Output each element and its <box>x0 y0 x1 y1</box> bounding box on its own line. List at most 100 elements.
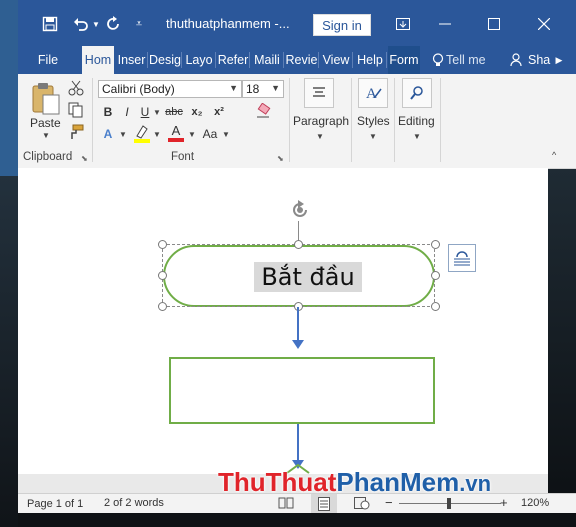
font-launcher-icon[interactable]: ⬊ <box>277 154 284 163</box>
tab-review[interactable]: Revie <box>285 46 318 74</box>
tab-file[interactable]: File <box>28 46 68 74</box>
resize-handle[interactable] <box>294 240 303 249</box>
chevron-down-icon[interactable]: ▼ <box>271 83 280 93</box>
maximize-button[interactable] <box>479 12 509 36</box>
watermark-part: .vn <box>459 471 492 496</box>
font-name-value: Calibri (Body) <box>102 82 175 96</box>
zoom-in-button[interactable]: + <box>500 495 508 510</box>
styles-dropdown-icon[interactable]: ▼ <box>369 132 377 141</box>
cut-icon[interactable] <box>68 80 86 98</box>
undo-dropdown-icon[interactable]: ▼ <box>91 12 101 36</box>
resize-handle[interactable] <box>431 271 440 280</box>
styles-icon[interactable]: A <box>358 78 388 108</box>
tab-separator <box>386 52 387 68</box>
tab-separator <box>215 52 216 68</box>
save-icon[interactable] <box>38 12 62 36</box>
collapse-ribbon-icon[interactable]: ^ <box>552 150 556 160</box>
text-effects-dropdown-icon[interactable]: ▼ <box>119 130 127 139</box>
svg-text:A: A <box>366 86 377 102</box>
tab-layout[interactable]: Layo <box>183 46 215 74</box>
paragraph-icon[interactable] <box>304 78 334 108</box>
highlight-dropdown-icon[interactable]: ▼ <box>153 130 161 139</box>
font-color-dropdown-icon[interactable]: ▼ <box>188 130 196 139</box>
ribbon-display-options-icon[interactable] <box>388 12 418 36</box>
tab-insert[interactable]: Inser <box>116 46 147 74</box>
flowchart-process-shape[interactable] <box>169 357 435 424</box>
font-size-combo[interactable]: 18 ▼ <box>242 80 284 98</box>
tab-help[interactable]: Help <box>354 46 386 74</box>
redo-icon[interactable] <box>103 12 125 36</box>
minimize-button[interactable] <box>430 12 460 36</box>
italic-button[interactable]: I <box>120 102 134 122</box>
paragraph-dropdown-icon[interactable]: ▼ <box>316 132 324 141</box>
clipboard-group-label: Clipboard <box>23 151 73 163</box>
resize-handle[interactable] <box>158 240 167 249</box>
rotate-handle-icon[interactable] <box>289 199 311 221</box>
paste-dropdown-icon[interactable]: ▼ <box>42 131 50 140</box>
tab-view[interactable]: View <box>320 46 352 74</box>
user-icon[interactable] <box>508 46 526 74</box>
page-count[interactable]: Page 1 of 1 <box>27 498 83 510</box>
clipboard-launcher-icon[interactable]: ⬊ <box>81 154 88 163</box>
connector-line[interactable] <box>297 424 299 461</box>
resize-handle[interactable] <box>158 302 167 311</box>
desktop-background-left-lower <box>0 176 18 527</box>
paragraph-button[interactable]: Paragraph <box>293 114 349 128</box>
copy-icon[interactable] <box>68 102 86 120</box>
tab-design[interactable]: Desig <box>149 46 181 74</box>
search-icon[interactable] <box>402 78 432 108</box>
resize-handle[interactable] <box>431 240 440 249</box>
chevron-down-icon[interactable]: ▼ <box>229 83 238 93</box>
ribbon-separator <box>394 78 395 162</box>
paste-icon[interactable] <box>30 82 62 116</box>
document-page[interactable] <box>18 168 548 474</box>
resize-handle[interactable] <box>158 271 167 280</box>
format-painter-icon[interactable] <box>68 124 86 142</box>
highlight-icon[interactable] <box>133 124 151 144</box>
connector-line[interactable] <box>297 307 299 341</box>
font-color-glyph: A <box>171 123 181 138</box>
scroll-tabs-right-icon[interactable]: ▶ <box>554 46 564 74</box>
text-effects-button[interactable]: A <box>100 124 116 144</box>
styles-button[interactable]: Styles <box>357 114 390 128</box>
share-button[interactable]: Sha <box>528 46 552 74</box>
undo-icon[interactable] <box>70 12 92 36</box>
tab-references[interactable]: Refer <box>217 46 249 74</box>
superscript-button[interactable]: x² <box>210 102 228 122</box>
tab-mailings[interactable]: Maili <box>251 46 283 74</box>
editing-dropdown-icon[interactable]: ▼ <box>413 132 421 141</box>
change-case-dropdown-icon[interactable]: ▼ <box>222 130 230 139</box>
editing-button[interactable]: Editing <box>398 114 435 128</box>
lightbulb-icon[interactable] <box>428 46 448 74</box>
font-name-combo[interactable]: Calibri (Body) ▼ <box>98 80 242 98</box>
paste-label[interactable]: Paste <box>30 116 61 130</box>
sign-in-button[interactable]: Sign in <box>313 14 371 36</box>
resize-handle[interactable] <box>431 302 440 311</box>
word-count[interactable]: 2 of 2 words <box>104 497 164 509</box>
subscript-button[interactable]: x₂ <box>188 102 206 122</box>
ribbon-separator <box>289 78 290 162</box>
bold-button[interactable]: B <box>100 102 116 122</box>
underline-dropdown-icon[interactable]: ▼ <box>153 108 161 117</box>
tab-separator <box>318 52 319 68</box>
customize-qat-icon[interactable]: ⩡ <box>132 12 146 36</box>
read-mode-icon[interactable] <box>278 496 294 510</box>
layout-options-icon[interactable] <box>448 244 476 272</box>
underline-button[interactable]: U <box>138 102 152 122</box>
ribbon-tabs: File Hom Inser Desig Layo Refer Maili Re… <box>18 46 576 74</box>
web-layout-icon[interactable] <box>354 496 370 510</box>
zoom-level[interactable]: 120% <box>521 497 549 509</box>
document-title: thuthuatphanmem -... <box>166 16 290 31</box>
zoom-slider-thumb[interactable] <box>447 498 451 509</box>
tab-home[interactable]: Hom <box>82 46 114 74</box>
tab-format[interactable]: Form <box>388 46 420 74</box>
tell-me-search[interactable]: Tell me <box>446 46 492 74</box>
strikethrough-button[interactable]: abc <box>163 102 185 122</box>
clear-formatting-icon[interactable] <box>254 101 272 121</box>
tab-separator <box>352 52 353 68</box>
change-case-button[interactable]: Aa <box>200 124 220 144</box>
watermark-logo: ThuThuatPhanMem.vn <box>218 467 491 498</box>
terminator-text[interactable]: Bắt đầu <box>254 262 362 292</box>
font-color-button[interactable]: A <box>167 124 185 144</box>
close-button[interactable] <box>529 12 559 36</box>
